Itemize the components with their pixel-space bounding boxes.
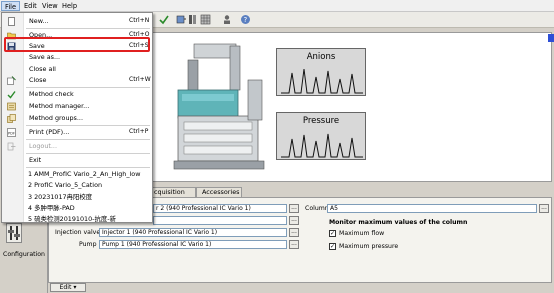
menu-item-method-manager[interactable]: Method manager... — [2, 100, 152, 112]
menu-item-method-check[interactable]: Method check — [2, 88, 152, 100]
injection-valve-label: Injection valve — [55, 229, 101, 236]
column-label: Column — [305, 205, 329, 212]
menu-item-new[interactable]: New... Ctrl+N — [2, 15, 152, 27]
pressure-signal-box[interactable]: Pressure — [276, 112, 366, 160]
menu-bar: File Edit View Help — [0, 0, 554, 12]
menu-item-exit[interactable]: Exit — [2, 154, 152, 166]
tab-acquisition[interactable]: cquisition — [148, 187, 196, 197]
menu-help[interactable]: Help — [62, 2, 77, 10]
help-icon[interactable]: ? — [240, 14, 251, 25]
chevron-down-icon: ▾ — [73, 284, 77, 291]
pressure-signal-title: Pressure — [302, 116, 340, 126]
anions-signal-box[interactable]: Anions — [276, 48, 366, 96]
recent-file-label: 3 20231017冉阳校度 — [28, 193, 93, 201]
recent-file-label: 4 多肿甲脉-PAD — [28, 204, 75, 212]
check-icon — [7, 90, 16, 99]
user-icon[interactable] — [222, 14, 233, 25]
ic-instrument-image — [160, 40, 268, 175]
method-manager-icon — [7, 102, 16, 111]
recent-file-label: 2 ProfIC Vario_5_Cation — [28, 181, 103, 189]
menu-item-exit-label: Exit — [29, 156, 42, 164]
pump-browse-button[interactable]: ... — [289, 240, 299, 249]
menu-item-new-shortcut: Ctrl+N — [129, 17, 150, 24]
menu-item-close-all-label: Close all — [29, 65, 56, 73]
new-file-icon — [7, 17, 16, 26]
menu-item-print[interactable]: PDF Print (PDF)... Ctrl+P — [2, 126, 152, 138]
logout-icon — [7, 142, 16, 151]
configuration-icon — [8, 226, 20, 240]
menu-file[interactable]: File — [1, 1, 21, 11]
menu-item-new-label: New... — [29, 17, 49, 25]
injection-valve-browse-button[interactable]: ... — [289, 228, 299, 237]
blank-browse-button[interactable]: ... — [289, 216, 299, 225]
tab-accessories[interactable]: Accessories — [196, 187, 242, 197]
method-groups-icon — [7, 114, 16, 123]
column-browse-button[interactable]: ... — [539, 204, 549, 213]
max-pressure-checkbox[interactable]: ✓ — [329, 243, 336, 250]
pressure-chromatogram-icon — [281, 133, 363, 158]
menu-item-save-as-label: Save as... — [29, 53, 61, 61]
svg-text:PDF: PDF — [8, 132, 15, 136]
max-flow-checkbox[interactable]: ✓ — [329, 230, 336, 237]
svg-text:?: ? — [244, 16, 248, 24]
menu-item-logout-label: Logout... — [29, 142, 57, 150]
close-window-icon — [7, 76, 16, 85]
move-icon[interactable] — [176, 14, 187, 25]
detector-field[interactable]: r 2 (940 Professional IC Vario 1) — [153, 204, 287, 213]
menu-item-close[interactable]: Close Ctrl+W — [2, 74, 152, 86]
check-icon[interactable] — [158, 14, 169, 25]
pump-field[interactable]: Pump 1 (940 Professional IC Vario 1) — [99, 240, 287, 249]
menu-item-recent-5[interactable]: 5 硫类检测20191010-抗度-新 — [2, 212, 152, 224]
max-pressure-label: Maximum pressure — [339, 243, 399, 250]
recent-file-label: 5 硫类检测20191010-抗度-新 — [28, 215, 116, 223]
menu-item-close-label: Close — [29, 76, 47, 84]
anions-signal-title: Anions — [306, 52, 336, 62]
column-field[interactable]: A5 — [327, 204, 537, 213]
menu-item-method-manager-label: Method manager... — [29, 102, 90, 110]
columns-icon[interactable] — [188, 14, 199, 25]
menu-view[interactable]: View — [42, 2, 58, 10]
pump-label: Pump — [79, 241, 97, 248]
monitor-heading: Monitor maximum values of the column — [329, 219, 468, 226]
injection-valve-field[interactable]: Injector 1 (940 Professional IC Vario 1) — [99, 228, 287, 237]
edit-button[interactable]: Edit ▾ — [50, 283, 86, 292]
menu-item-print-label: Print (PDF)... — [29, 128, 70, 136]
grid-icon[interactable] — [200, 14, 211, 25]
menu-edit[interactable]: Edit — [24, 2, 37, 10]
configuration-label: Configuration — [3, 251, 45, 258]
anions-chromatogram-icon — [281, 68, 363, 94]
save-highlight-box — [4, 37, 150, 52]
menu-item-method-groups[interactable]: Method groups... — [2, 112, 152, 124]
max-flow-label: Maximum flow — [339, 230, 385, 237]
menu-item-close-shortcut: Ctrl+W — [129, 76, 151, 83]
menu-item-print-shortcut: Ctrl+P — [129, 128, 149, 135]
menu-item-logout[interactable]: Logout... — [2, 140, 152, 152]
menu-item-save-as[interactable]: Save as... — [2, 51, 152, 63]
blank-field[interactable] — [153, 216, 287, 225]
configuration-button[interactable] — [6, 223, 22, 243]
detector-browse-button[interactable]: ... — [289, 204, 299, 213]
edit-button-label: Edit — [59, 284, 72, 291]
menu-item-method-groups-label: Method groups... — [29, 114, 83, 122]
menu-item-method-check-label: Method check — [29, 90, 74, 98]
pdf-icon: PDF — [7, 128, 16, 137]
recent-file-label: 1 AMM_ProfIC Vario_2_An_High_low — [28, 170, 141, 178]
window-corner-indicator — [548, 34, 554, 42]
